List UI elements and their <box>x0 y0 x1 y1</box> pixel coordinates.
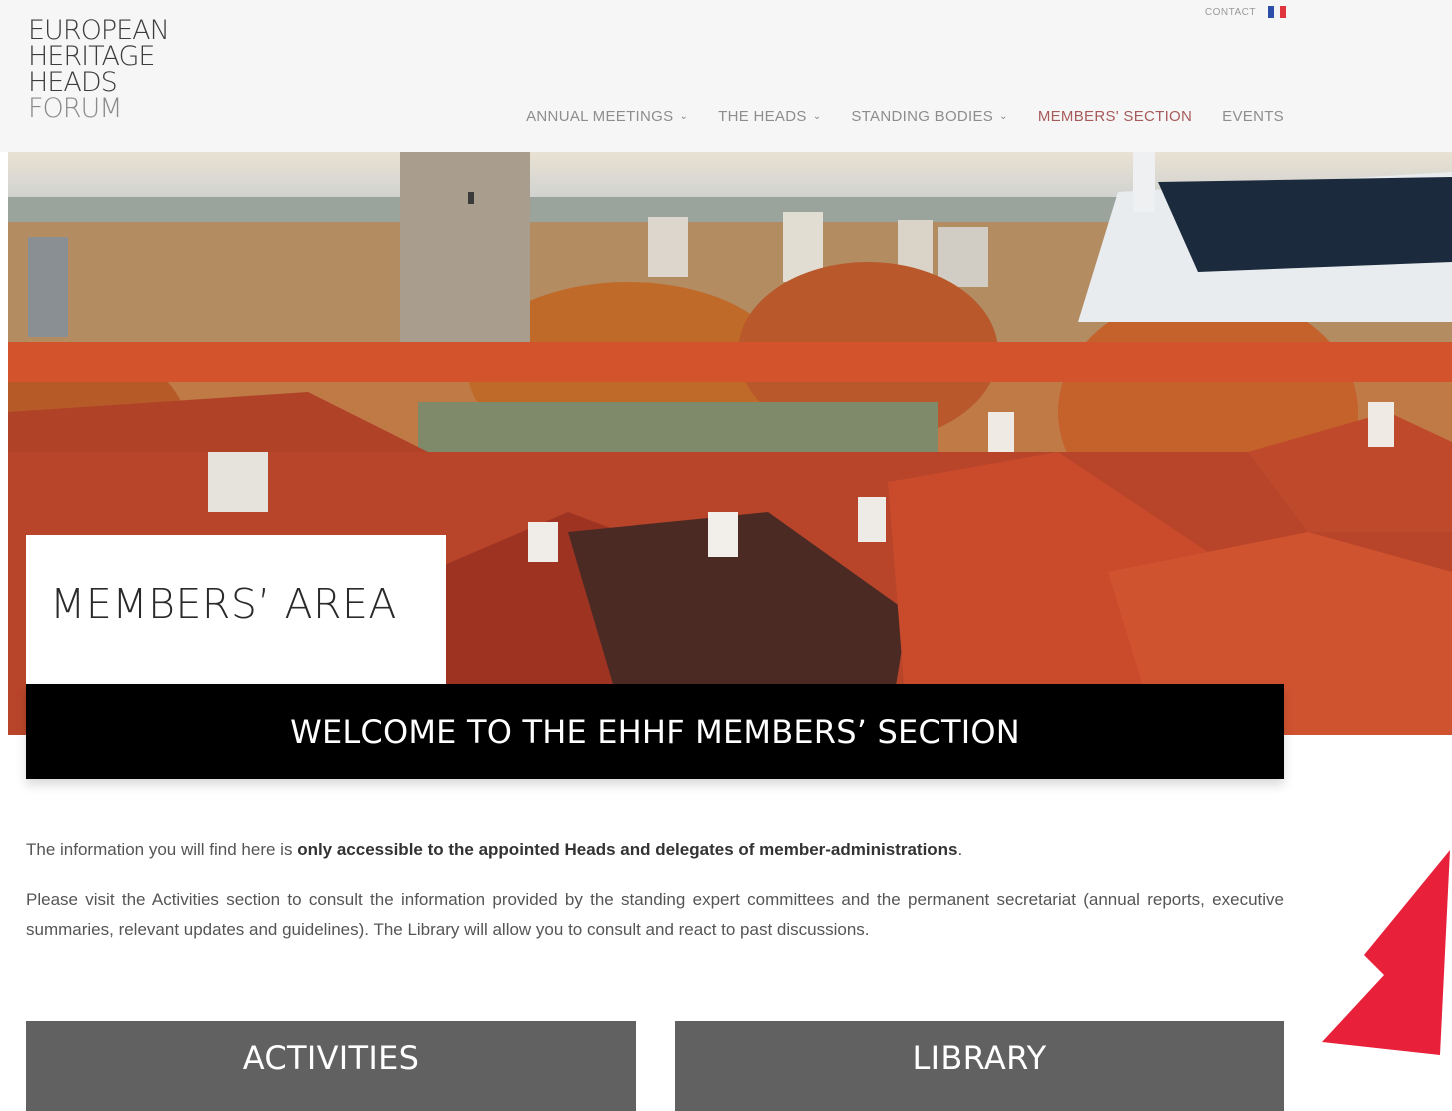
intro-text-bold: only accessible to the appointed Heads a… <box>297 840 958 859</box>
chevron-down-icon: ⌄ <box>812 111 822 122</box>
nav-label: THE HEADS <box>718 108 807 125</box>
main-nav: ANNUAL MEETINGS ⌄ THE HEADS ⌄ STANDING B… <box>526 108 1284 125</box>
nav-label: ANNUAL MEETINGS <box>526 108 674 125</box>
nav-label: MEMBERS' SECTION <box>1037 108 1193 125</box>
logo-line-forum: FORUM <box>28 93 123 124</box>
nav-label: EVENTS <box>1222 108 1284 125</box>
chevron-down-icon: ⌄ <box>679 111 689 122</box>
intro-text-end: . <box>957 840 963 859</box>
chevron-down-icon: ⌄ <box>999 111 1008 122</box>
nav-annual-meetings[interactable]: ANNUAL MEETINGS ⌄ <box>526 108 688 125</box>
intro-text: The information you will find here is on… <box>26 835 1284 965</box>
nav-label: STANDING BODIES <box>851 108 994 125</box>
red-arrow-icon <box>1322 850 1450 1055</box>
nav-standing-bodies[interactable]: STANDING BODIES ⌄ <box>851 108 1007 125</box>
page-title: MEMBERS’ AREA <box>50 580 397 628</box>
site-logo[interactable]: EUROPEAN HERITAGE HEADS FORUM <box>28 17 170 124</box>
intro-paragraph-1: The information you will find here is on… <box>26 835 1284 865</box>
intro-paragraph-2: Please visit the Activities section to c… <box>26 890 1284 939</box>
library-button[interactable]: LIBRARY <box>675 1021 1284 1111</box>
intro-text-start: The information you will find here is <box>26 840 298 859</box>
site-header: EUROPEAN HERITAGE HEADS FORUM CONTACT AN… <box>0 0 1452 152</box>
contact-link[interactable]: CONTACT <box>1205 7 1256 18</box>
nav-members-section[interactable]: MEMBERS' SECTION <box>1038 108 1192 125</box>
welcome-banner: WELCOME TO THE EHHF MEMBERS’ SECTION <box>26 684 1284 779</box>
top-bar: CONTACT <box>1205 6 1286 18</box>
nav-events[interactable]: EVENTS <box>1222 108 1284 125</box>
activities-button[interactable]: ACTIVITIES <box>26 1021 636 1111</box>
france-flag-icon[interactable] <box>1268 6 1286 18</box>
nav-the-heads[interactable]: THE HEADS ⌄ <box>718 108 821 125</box>
